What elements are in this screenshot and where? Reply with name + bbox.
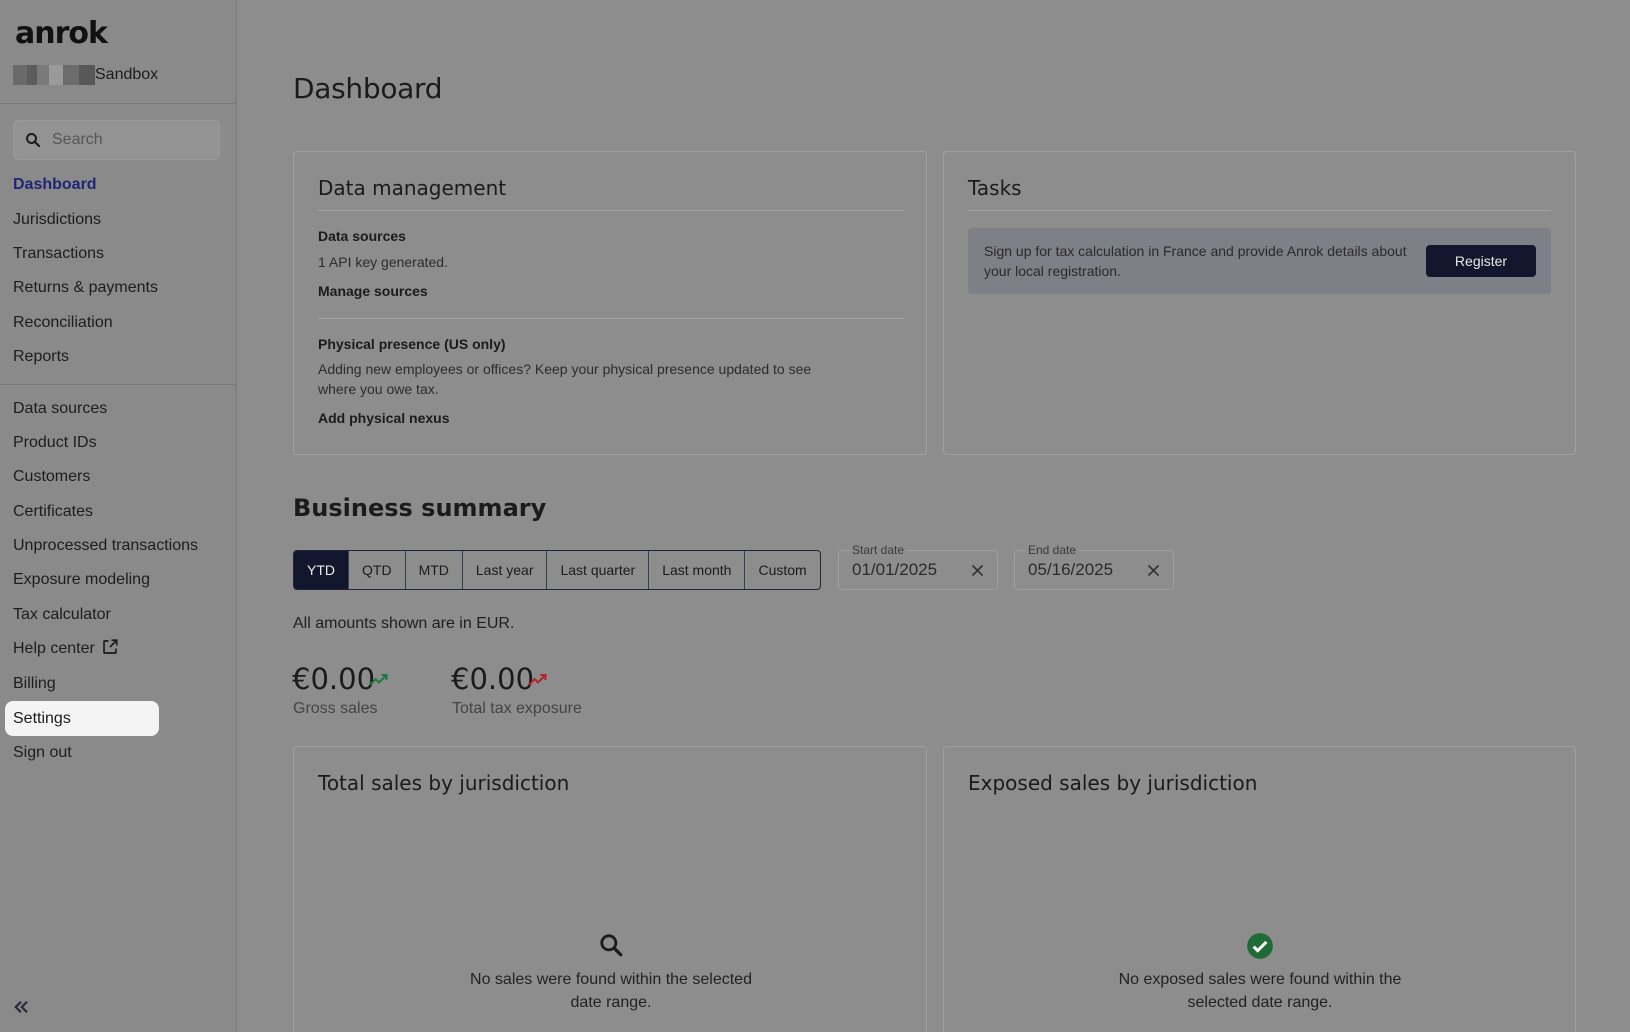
nav-transactions[interactable]: Transactions	[13, 242, 104, 266]
exposed-sales-card: Exposed sales by jurisdiction No exposed…	[943, 746, 1576, 1032]
nav-product-ids[interactable]: Product IDs	[13, 431, 97, 455]
nav-reconciliation[interactable]: Reconciliation	[13, 311, 113, 335]
add-physical-nexus-link[interactable]: Add physical nexus	[318, 410, 449, 426]
register-button[interactable]: Register	[1426, 245, 1536, 277]
nav-billing[interactable]: Billing	[13, 672, 56, 696]
nav-reports[interactable]: Reports	[13, 345, 69, 369]
data-management-card: Data management Data sources 1 API key g…	[293, 151, 927, 455]
total-sales-card: Total sales by jurisdiction No sales wer…	[293, 746, 927, 1032]
task-message: Sign up for tax calculation in France an…	[984, 243, 1407, 279]
org-logo-redacted	[13, 65, 95, 85]
nav-help-center[interactable]: Help center	[13, 637, 119, 661]
tasks-card: Tasks Sign up for tax calculation in Fra…	[943, 151, 1576, 455]
business-summary-title: Business summary	[293, 494, 547, 522]
start-date-field[interactable]: Start date 01/01/2025	[838, 543, 998, 590]
nav-sign-out[interactable]: Sign out	[13, 741, 72, 765]
nav-tax-calculator[interactable]: Tax calculator	[13, 603, 111, 627]
collapse-sidebar-icon[interactable]	[12, 998, 30, 1016]
physical-presence-label: Physical presence (US only)	[318, 336, 506, 352]
search-box[interactable]	[13, 120, 220, 160]
sidebar: anrok Sandbox Dashboard Jurisdictions Tr…	[0, 0, 237, 1032]
end-date-label: End date	[1025, 543, 1080, 557]
card-title: Tasks	[968, 176, 1022, 200]
end-date-field[interactable]: End date 05/16/2025	[1014, 543, 1174, 590]
start-date-value[interactable]: 01/01/2025	[852, 560, 937, 580]
page-title: Dashboard	[293, 72, 443, 105]
search-icon	[600, 934, 623, 957]
search-icon	[26, 133, 41, 148]
period-qtd[interactable]: QTD	[349, 551, 406, 589]
period-custom[interactable]: Custom	[745, 551, 819, 589]
sidebar-divider	[0, 384, 237, 385]
trending-up-icon	[369, 674, 388, 686]
nav-jurisdictions[interactable]: Jurisdictions	[13, 208, 101, 232]
clear-end-date-icon[interactable]	[1146, 563, 1161, 578]
gross-sales-label: Gross sales	[293, 700, 378, 717]
physical-presence-text: Adding new employees or offices? Keep yo…	[318, 361, 812, 397]
sidebar-divider	[0, 103, 237, 104]
manage-sources-link[interactable]: Manage sources	[318, 283, 428, 299]
period-selector: YTD QTD MTD Last year Last quarter Last …	[293, 550, 821, 590]
start-date-label: Start date	[849, 543, 908, 557]
card-divider	[318, 318, 904, 319]
end-date-value[interactable]: 05/16/2025	[1028, 560, 1113, 580]
card-title: Exposed sales by jurisdiction	[968, 771, 1258, 795]
clear-start-date-icon[interactable]	[970, 563, 985, 578]
period-last-month[interactable]: Last month	[649, 551, 746, 589]
tax-exposure-label: Total tax exposure	[452, 700, 582, 717]
task-item: Sign up for tax calculation in France an…	[968, 228, 1551, 294]
period-ytd[interactable]: YTD	[294, 551, 349, 589]
nav-unprocessed-transactions[interactable]: Unprocessed transactions	[13, 534, 198, 558]
trending-up-icon	[528, 674, 547, 686]
data-sources-label: Data sources	[318, 228, 406, 244]
nav-customers[interactable]: Customers	[13, 465, 90, 489]
card-title: Data management	[318, 176, 507, 200]
data-sources-status: 1 API key generated.	[318, 254, 448, 270]
org-name: Sandbox	[95, 66, 159, 83]
app-logo[interactable]: anrok	[15, 16, 108, 51]
period-mtd[interactable]: MTD	[406, 551, 463, 589]
external-link-icon	[103, 639, 118, 654]
empty-state-message: No exposed sales were found within the s…	[1118, 971, 1402, 1011]
tax-exposure-value: €0.00	[451, 662, 535, 696]
period-last-quarter[interactable]: Last quarter	[547, 551, 650, 589]
period-last-year[interactable]: Last year	[463, 551, 548, 589]
nav-certificates[interactable]: Certificates	[13, 500, 93, 524]
currency-note: All amounts shown are in EUR.	[293, 615, 515, 632]
nav-exposure-modeling[interactable]: Exposure modeling	[13, 568, 150, 592]
gross-sales-value: €0.00	[292, 662, 376, 696]
search-input[interactable]	[52, 131, 202, 149]
empty-state-message: No sales were found within the selected …	[470, 971, 752, 1011]
nav-settings[interactable]: Settings	[5, 701, 159, 736]
check-circle-icon	[1247, 933, 1273, 959]
nav-help-center-label: Help center	[13, 640, 95, 657]
card-title: Total sales by jurisdiction	[318, 771, 570, 795]
card-divider	[318, 210, 904, 211]
card-divider	[968, 210, 1551, 211]
nav-data-sources[interactable]: Data sources	[13, 397, 107, 421]
nav-returns-payments[interactable]: Returns & payments	[13, 276, 158, 300]
nav-dashboard[interactable]: Dashboard	[13, 173, 97, 197]
org-switcher[interactable]: Sandbox	[13, 64, 158, 86]
